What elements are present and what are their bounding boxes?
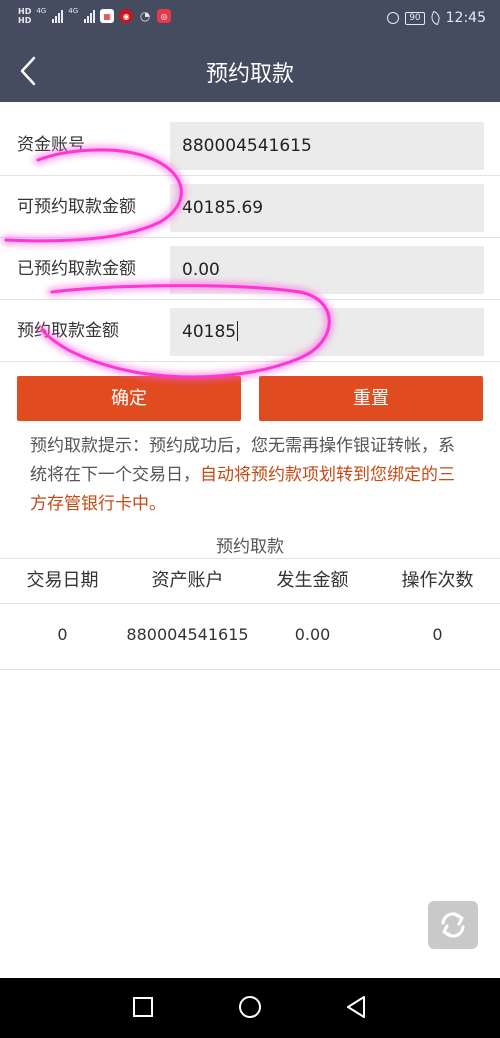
- cell-amount: 0.00: [294, 625, 331, 644]
- network-type-2: 4G: [68, 7, 79, 15]
- history-table-header: 交易日期 资产账户 发生金额 操作次数: [0, 558, 500, 604]
- account-number-field: 880004541615: [170, 122, 484, 170]
- withdraw-amount-value: 40185: [182, 322, 237, 342]
- network-type-1: 4G: [36, 7, 47, 15]
- account-number-row: 资金账号 880004541615: [0, 114, 500, 176]
- home-icon: [239, 996, 261, 1018]
- status-time: 12:45: [445, 10, 486, 26]
- status-bar-right: 90 12:45: [387, 10, 486, 26]
- reset-button[interactable]: 重置: [259, 376, 483, 421]
- reserved-amount-row: 已预约取款金额 0.00: [0, 238, 500, 300]
- available-amount-label: 可预约取款金额: [17, 197, 136, 217]
- withdraw-amount-label: 预约取款金额: [17, 321, 119, 341]
- column-header-asset-account: 资产账户: [151, 570, 224, 591]
- confirm-button[interactable]: 确定: [17, 376, 241, 421]
- app-header: 预约取款: [0, 40, 500, 102]
- cell-asset-account: 880004541615: [126, 625, 249, 644]
- system-navigation-bar: [0, 978, 500, 1038]
- withdraw-tip: 预约取款提示：预约成功后，您无需再操作银证转帐，系统将在下一个交易日，自动将预约…: [30, 432, 470, 519]
- refresh-button[interactable]: [428, 901, 478, 949]
- nav-back-button[interactable]: [342, 992, 372, 1022]
- status-bar: HD HD 4G 4G ▦ ◉ ◔ ◎ 90 12:45: [0, 0, 500, 40]
- alarm-icon: [387, 12, 400, 24]
- app-circle-icon: ◉: [119, 9, 134, 23]
- hd-indicator-bottom: HD: [18, 16, 32, 25]
- history-section-title: 预约取款: [216, 537, 284, 557]
- recent-apps-button[interactable]: [128, 992, 158, 1022]
- status-bar-left: HD HD 4G 4G ▦ ◉ ◔ ◎: [18, 7, 172, 25]
- home-button[interactable]: [235, 992, 265, 1022]
- network-indicators: HD HD: [18, 7, 31, 25]
- available-amount-row: 可预约取款金额 40185.69: [0, 176, 500, 238]
- hd-indicator-top: HD: [18, 7, 32, 16]
- available-amount-field: 40185.69: [170, 184, 484, 232]
- reserved-amount-field: 0.00: [170, 246, 484, 294]
- column-header-operation-count: 操作次数: [401, 570, 474, 591]
- signal-icon: [52, 9, 64, 23]
- recent-apps-icon: [133, 997, 153, 1017]
- eco-leaf-icon: [428, 10, 442, 26]
- text-caret: [237, 321, 239, 341]
- reserved-amount-label: 已预约取款金额: [17, 259, 136, 279]
- app-notification-icon: ▦: [100, 9, 115, 23]
- back-triangle-icon: [347, 996, 365, 1018]
- withdraw-amount-row: 预约取款金额 40185: [0, 300, 500, 362]
- column-header-amount: 发生金额: [276, 570, 349, 591]
- battery-icon: 90: [405, 11, 425, 25]
- account-number-label: 资金账号: [17, 135, 85, 155]
- table-row: 0 880004541615 0.00 0: [0, 604, 500, 670]
- message-icon: ◎: [157, 9, 172, 23]
- signal-icon-2: [84, 9, 96, 23]
- page-title: 预约取款: [205, 62, 294, 87]
- withdraw-amount-input[interactable]: 40185: [170, 308, 484, 356]
- refresh-icon: [441, 912, 465, 938]
- cell-trade-date: 0: [57, 625, 68, 644]
- cell-operation-count: 0: [432, 625, 443, 644]
- column-header-trade-date: 交易日期: [26, 570, 99, 591]
- wechat-icon: ◔: [139, 9, 151, 23]
